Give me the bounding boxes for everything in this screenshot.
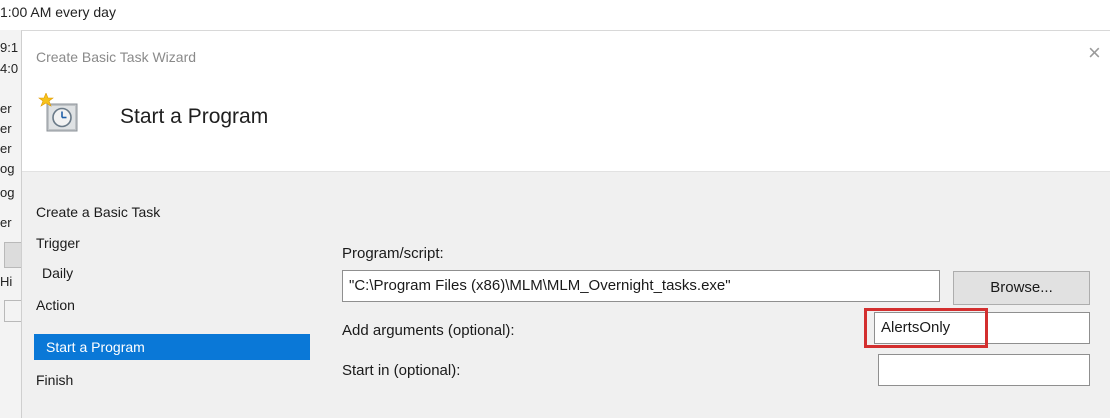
background-button — [4, 242, 22, 268]
step-create-basic-task[interactable]: Create a Basic Task — [36, 204, 160, 220]
background-fragment: er — [0, 141, 12, 156]
create-basic-task-wizard: Create Basic Task Wizard × Start a Progr… — [21, 30, 1110, 418]
wizard-body: Create a Basic Task Trigger Daily Action… — [22, 171, 1110, 418]
background-fragment: er — [0, 101, 12, 116]
program-script-input[interactable]: "C:\Program Files (x86)\MLM\MLM_Overnigh… — [342, 270, 940, 302]
step-finish[interactable]: Finish — [36, 372, 73, 388]
background-fragment: og — [0, 161, 15, 176]
background-fragment: er — [0, 215, 12, 230]
step-list: Create a Basic Task Trigger Daily Action… — [22, 172, 312, 418]
background-field — [4, 300, 22, 322]
step-daily[interactable]: Daily — [42, 265, 73, 281]
background-fragment: 4:0 — [0, 61, 19, 76]
background-fragment: er — [0, 121, 12, 136]
background-fragment: 9:1 — [0, 40, 19, 55]
background-fragment: Hi — [0, 274, 13, 289]
task-clock-icon — [38, 93, 78, 132]
start-in-label: Start in (optional): — [342, 362, 461, 379]
window-title: Create Basic Task Wizard — [36, 49, 197, 65]
add-arguments-label: Add arguments (optional): — [342, 322, 515, 339]
program-script-label: Program/script: — [342, 245, 444, 262]
start-in-input[interactable] — [878, 354, 1090, 386]
step-trigger[interactable]: Trigger — [36, 235, 80, 251]
close-button[interactable]: × — [1088, 39, 1110, 69]
arguments-highlight-box — [864, 308, 988, 348]
step-start-a-program[interactable]: Start a Program — [34, 334, 310, 360]
background-fragment: og — [0, 185, 15, 200]
background-schedule-text: 1:00 AM every day — [0, 4, 116, 20]
browse-button[interactable]: Browse... — [953, 271, 1090, 305]
action-form: Program/script: "C:\Program Files (x86)\… — [342, 172, 1110, 418]
step-action[interactable]: Action — [36, 297, 75, 313]
title-bar: Create Basic Task Wizard × — [22, 31, 1110, 87]
page-title: Start a Program — [120, 105, 269, 128]
